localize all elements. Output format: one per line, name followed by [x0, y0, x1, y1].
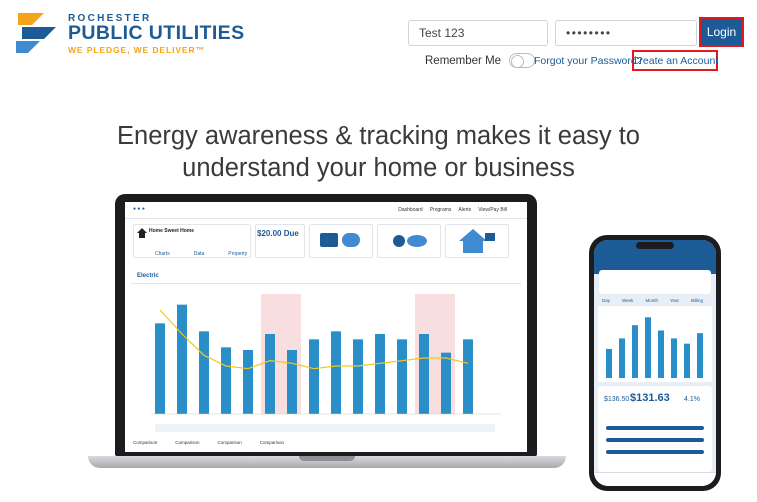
- screen-footer-item: Comparison: [133, 440, 158, 445]
- screen-footer-item: Comparison: [259, 440, 285, 445]
- usage-bar: [419, 334, 429, 414]
- username-input[interactable]: [408, 20, 548, 46]
- phone-usage-bar: [684, 343, 690, 378]
- screen-tab: Charts: [155, 251, 170, 257]
- rpu-logo[interactable]: ROCHESTER PUBLIC UTILITIES WE PLEDGE, WE…: [14, 11, 244, 55]
- usage-bar: [331, 331, 341, 414]
- mail-icon: [320, 233, 360, 247]
- phone-usage-bar: [697, 333, 703, 378]
- usage-bar: [243, 350, 253, 414]
- forgot-password-link[interactable]: Forgot your Password?: [534, 55, 643, 67]
- usage-bar: [441, 352, 451, 414]
- create-account-link[interactable]: Create an Account: [632, 50, 718, 71]
- remember-me-toggle[interactable]: [509, 53, 536, 68]
- phone-left-value: $136.50: [604, 396, 630, 403]
- screen-tab: Property: [228, 251, 248, 257]
- laptop-screen: ● ● ● Dashboard Programs Alerts View/Pay…: [125, 202, 527, 452]
- password-input[interactable]: [555, 20, 697, 46]
- phone-usage-bar: [658, 330, 664, 378]
- screen-footer: Comparison Comparison Comparison Compari…: [133, 440, 284, 445]
- logo-mark-icon: [16, 13, 56, 53]
- phone-usage-chart: [598, 306, 712, 382]
- phone-tabs: Day Week Month Year Billing: [602, 298, 703, 303]
- weather-icon: [393, 235, 427, 247]
- usage-bar: [221, 347, 231, 414]
- phone-home-card: [599, 270, 711, 294]
- screen-footer-item: Comparison: [175, 440, 200, 445]
- screen-tabs: Charts Data Property: [155, 251, 247, 257]
- usage-bar: [463, 339, 473, 414]
- screen-home-name: Home Sweet Home: [149, 228, 195, 234]
- usage-chart: [151, 294, 501, 432]
- phone-right-value: 4.1%: [684, 396, 700, 403]
- hero-headline: Energy awareness & tracking makes it eas…: [0, 120, 757, 184]
- phone-usage-bar: [632, 325, 638, 378]
- screen-nav-item: Dashboard: [398, 207, 423, 213]
- screen-chart-toolbar: [131, 270, 521, 284]
- phone-usage-bar: [645, 317, 651, 378]
- phone-tab: Billing: [691, 298, 704, 303]
- phone-usage-bar: [671, 338, 677, 378]
- screen-logo: ● ● ●: [133, 206, 145, 212]
- usage-bar: [375, 334, 385, 414]
- screen-nav-item: Programs: [429, 207, 452, 213]
- usage-bar: [353, 339, 363, 414]
- usage-bar: [265, 334, 275, 414]
- range-navigator: [155, 424, 495, 432]
- screen-nav-item: View/Pay Bill: [478, 207, 507, 213]
- phone-tab: Week: [622, 298, 634, 303]
- usage-bar: [397, 339, 407, 414]
- remember-me-label: Remember Me: [425, 54, 502, 67]
- logo-name: PUBLIC UTILITIES: [68, 22, 245, 44]
- screen-due: $20.00 Due: [257, 229, 299, 238]
- logo-tagline: WE PLEDGE, WE DELIVER™: [68, 45, 205, 55]
- usage-bar: [199, 331, 209, 414]
- screen-tab: Data: [193, 251, 205, 257]
- phone-stat-bar: [606, 438, 704, 442]
- house-icon: [137, 228, 147, 238]
- home-icon: [459, 229, 495, 253]
- login-button[interactable]: Login: [699, 17, 744, 47]
- screen-nav-item: Alerts: [458, 207, 472, 213]
- usage-bar: [287, 350, 297, 414]
- phone-bottom-nav: [594, 472, 716, 486]
- remember-me: Remember Me: [425, 53, 536, 68]
- laptop-notch: [299, 456, 355, 461]
- phone-tab: Month: [645, 298, 658, 303]
- hero-line-1: Energy awareness & tracking makes it eas…: [117, 122, 640, 150]
- phone-usage-bar: [619, 338, 625, 378]
- screen-footer-item: Comparison: [217, 440, 242, 445]
- phone-tab: Year: [669, 298, 680, 303]
- phone-tab: Day: [602, 298, 611, 303]
- screen-nav: Dashboard Programs Alerts View/Pay Bill: [398, 207, 507, 213]
- phone-usage-bar: [606, 348, 612, 378]
- usage-bar: [309, 339, 319, 414]
- phone-stat-bar: [606, 426, 704, 430]
- screen-fuel-label: Electric: [137, 273, 159, 279]
- phone-stat-bar: [606, 450, 704, 454]
- phone-amount: $131.63: [630, 392, 670, 404]
- usage-bar: [177, 304, 187, 414]
- usage-bar: [155, 323, 165, 414]
- hero-line-2: understand your home or business: [182, 154, 575, 182]
- phone-notch: [636, 242, 674, 249]
- phone-screen: Day Week Month Year Billing $136.50 $131…: [594, 240, 716, 486]
